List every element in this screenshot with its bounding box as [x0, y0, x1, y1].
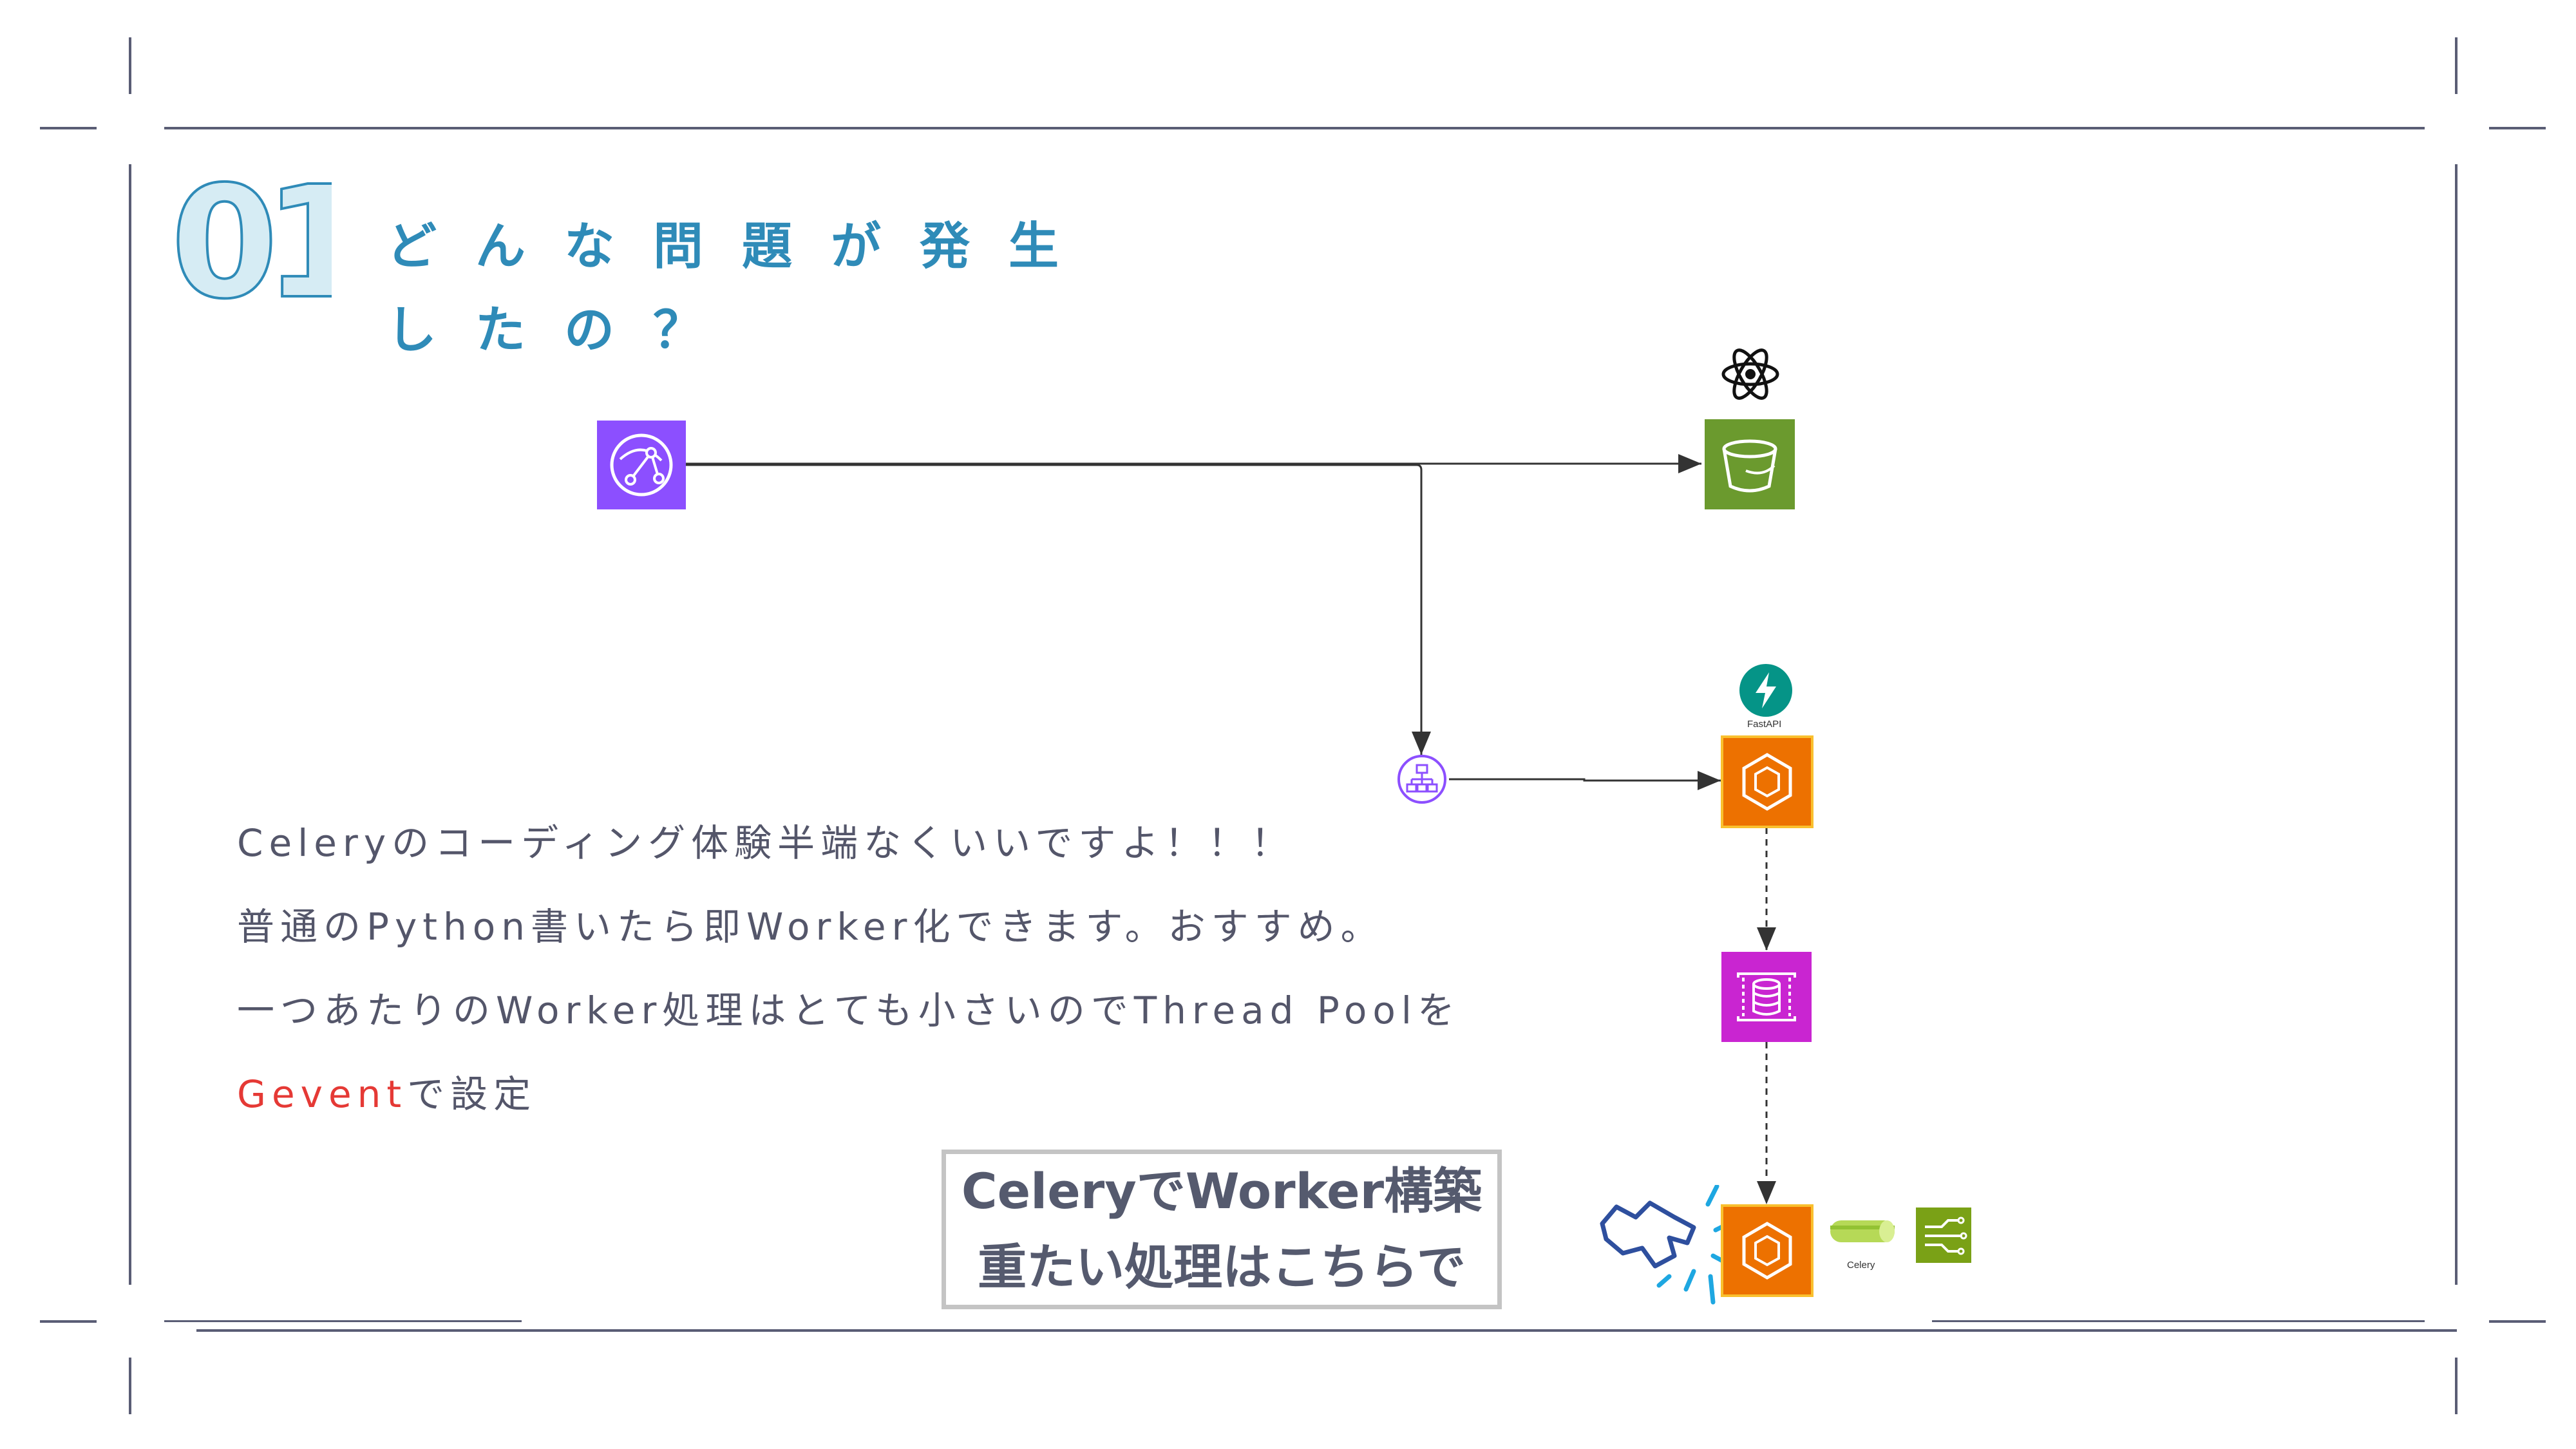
edge-alb-to-ecs	[1449, 771, 1721, 790]
circuit-icon	[1916, 1208, 1971, 1263]
ecs-container-icon	[1721, 735, 1814, 828]
s3-bucket-icon	[1705, 419, 1795, 509]
edge-cloudfront-to-alb	[684, 464, 1431, 755]
celery-icon	[1828, 1214, 1897, 1249]
load-balancer-icon	[1396, 753, 1448, 805]
celery-label: Celery	[1847, 1260, 1875, 1271]
cloudfront-icon	[597, 421, 686, 509]
react-icon	[1719, 343, 1781, 405]
architecture-diagram	[684, 454, 1776, 1204]
queue-icon	[1721, 952, 1812, 1042]
worker-highlight-icon	[1597, 1184, 1732, 1314]
fastapi-icon	[1739, 663, 1793, 717]
ecs-worker-icon	[1721, 1204, 1814, 1297]
fastapi-label: FastAPI	[1747, 719, 1782, 730]
